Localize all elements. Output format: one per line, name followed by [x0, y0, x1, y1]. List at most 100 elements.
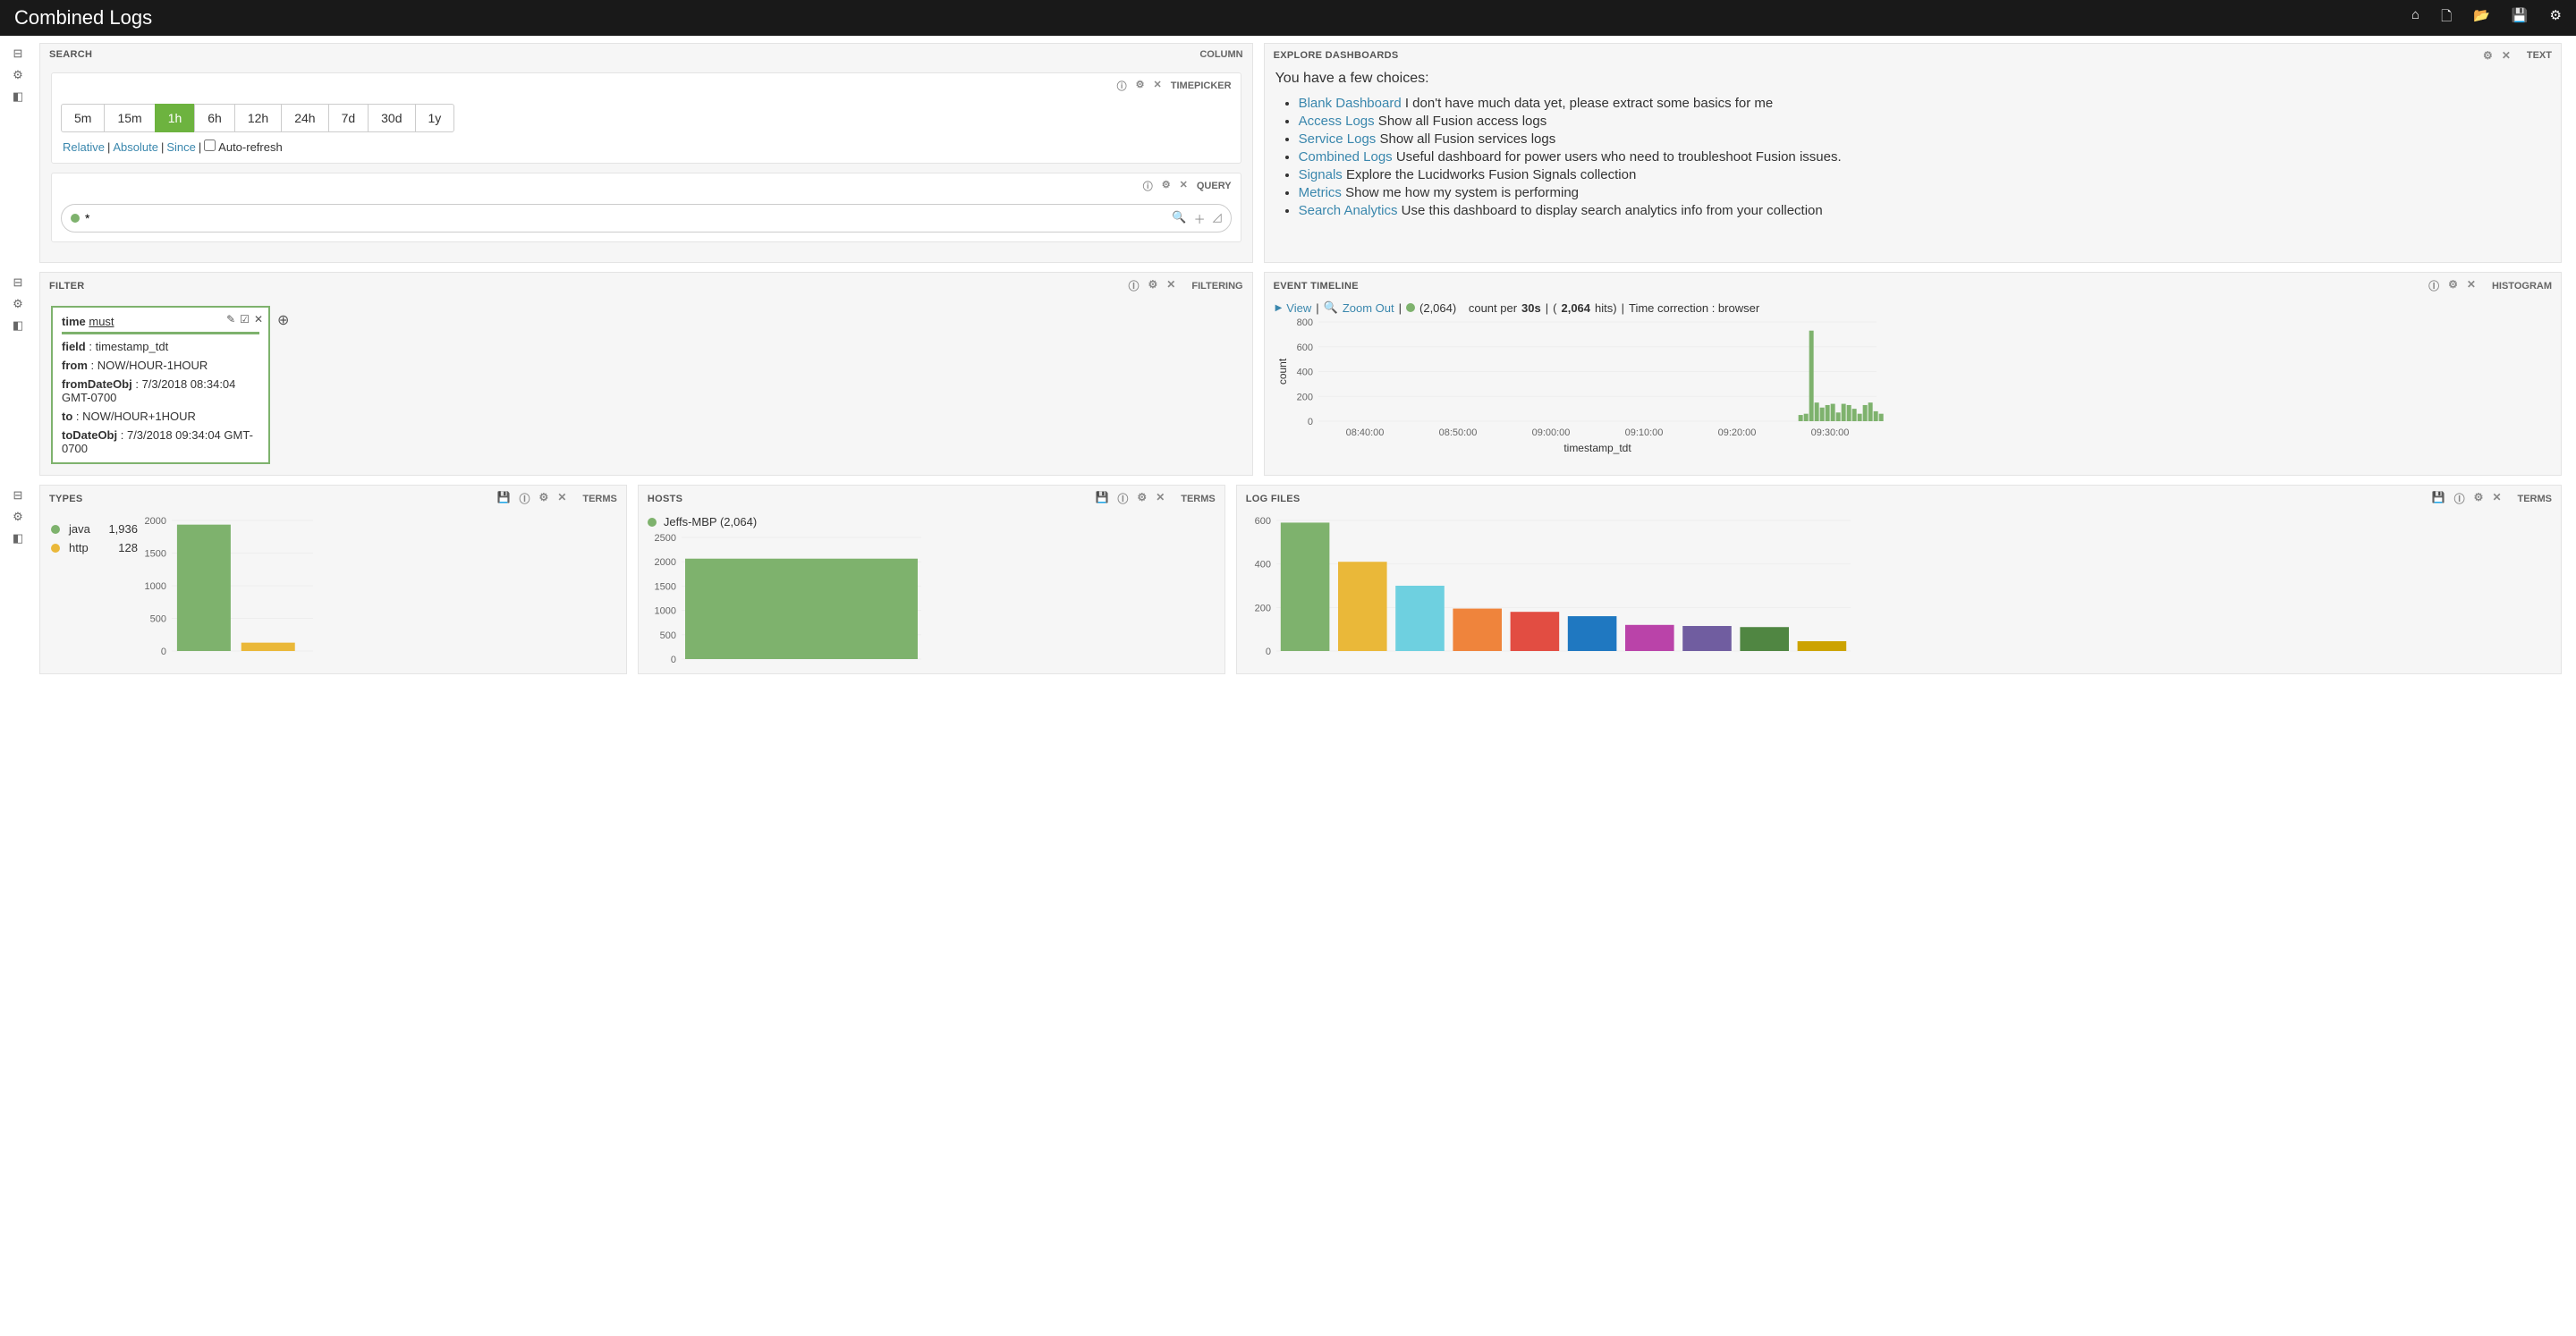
- timerange-button-24h[interactable]: 24h: [281, 104, 328, 132]
- info-icon[interactable]: ⓘ: [1117, 491, 1128, 506]
- svg-text:500: 500: [150, 614, 166, 625]
- home-icon[interactable]: ⌂: [2411, 7, 2419, 30]
- explore-link[interactable]: Signals: [1299, 167, 1343, 182]
- hosts-legend: Jeffs-MBP (2,064): [664, 515, 757, 528]
- open-icon[interactable]: 📂: [2473, 7, 2490, 30]
- svg-text:09:10:00: 09:10:00: [1624, 427, 1663, 438]
- close-icon[interactable]: ✕: [557, 491, 566, 506]
- add-filter-icon[interactable]: ⊕: [277, 311, 289, 329]
- explore-item: Search Analytics Use this dashboard to d…: [1299, 203, 2550, 218]
- timerange-button-30d[interactable]: 30d: [368, 104, 415, 132]
- relative-link[interactable]: Relative: [63, 140, 105, 154]
- save-icon[interactable]: 💾: [1095, 491, 1108, 506]
- plus-icon[interactable]: ＋: [1194, 210, 1206, 227]
- add-panel-icon[interactable]: ◧: [7, 89, 29, 104]
- explore-link[interactable]: Access Logs: [1299, 114, 1375, 129]
- explore-intro: You have a few choices:: [1275, 71, 2550, 87]
- save-icon[interactable]: 💾: [497, 491, 511, 506]
- timerange-button-1y[interactable]: 1y: [415, 104, 455, 132]
- gear-icon[interactable]: ⚙: [7, 510, 29, 524]
- svg-text:0: 0: [161, 647, 166, 657]
- panel-title: HOSTS: [648, 494, 1096, 504]
- remove-icon[interactable]: ✕: [254, 313, 263, 326]
- time-correction: Time correction : browser: [1629, 301, 1759, 315]
- series-count: (2,064): [1419, 301, 1456, 315]
- row-side-controls: ⊟ ⚙ ◧: [7, 43, 29, 263]
- gear-icon[interactable]: ⚙: [2448, 278, 2458, 293]
- close-icon[interactable]: ✕: [1156, 491, 1165, 506]
- timerange-button-7d[interactable]: 7d: [328, 104, 369, 132]
- info-icon[interactable]: ⓘ: [2428, 278, 2439, 293]
- gear-icon[interactable]: ⚙: [1162, 179, 1171, 193]
- subpanel-label: TIMEPICKER: [1171, 80, 1232, 91]
- explore-panel: EXPLORE DASHBOARDS ⚙ ✕ TEXT You have a f…: [1264, 43, 2562, 263]
- explore-link[interactable]: Combined Logs: [1299, 149, 1393, 165]
- close-icon[interactable]: ✕: [1166, 278, 1175, 293]
- autorefresh-checkbox[interactable]: [204, 140, 216, 151]
- eraser-icon[interactable]: ◿: [1213, 210, 1222, 227]
- save-icon[interactable]: 💾: [2512, 7, 2529, 30]
- collapse-icon[interactable]: ⊟: [7, 488, 29, 503]
- since-link[interactable]: Since: [166, 140, 196, 154]
- gear-icon[interactable]: ⚙: [2474, 491, 2484, 506]
- search-icon[interactable]: 🔍: [1172, 210, 1186, 227]
- zoomout-link[interactable]: Zoom Out: [1343, 301, 1394, 315]
- gear-icon[interactable]: ⚙: [539, 491, 549, 506]
- absolute-link[interactable]: Absolute: [113, 140, 158, 154]
- timerange-button-1h[interactable]: 1h: [155, 104, 196, 132]
- explore-item: Combined Logs Useful dashboard for power…: [1299, 149, 2550, 165]
- timerange-button-6h[interactable]: 6h: [194, 104, 235, 132]
- explore-link[interactable]: Search Analytics: [1299, 203, 1398, 218]
- info-icon[interactable]: ⓘ: [1129, 278, 1140, 293]
- explore-link[interactable]: Metrics: [1299, 185, 1342, 200]
- view-link[interactable]: View: [1286, 301, 1311, 315]
- panel-type-label: FILTERING: [1191, 281, 1242, 292]
- gear-icon[interactable]: ⚙: [1148, 278, 1158, 293]
- gear-icon[interactable]: ⚙: [1137, 491, 1147, 506]
- explore-link[interactable]: Blank Dashboard: [1299, 96, 1402, 111]
- gear-icon[interactable]: ⚙: [2483, 49, 2493, 62]
- types-chart[interactable]: 0500100015002000: [138, 515, 317, 658]
- close-icon[interactable]: ✕: [1180, 179, 1188, 193]
- series-dot: [1406, 303, 1415, 312]
- query-subpanel: ⓘ ⚙ ✕ QUERY 🔍 ＋ ◿: [51, 173, 1241, 242]
- timerange-button-5m[interactable]: 5m: [61, 104, 105, 132]
- info-icon[interactable]: ⓘ: [1143, 179, 1153, 193]
- logfiles-chart[interactable]: 0200400600: [1246, 515, 1854, 658]
- svg-text:09:20:00: 09:20:00: [1717, 427, 1756, 438]
- timerange-button-12h[interactable]: 12h: [234, 104, 282, 132]
- new-icon[interactable]: 🗋: [2441, 7, 2452, 30]
- svg-text:1500: 1500: [145, 549, 166, 560]
- svg-text:09:00:00: 09:00:00: [1531, 427, 1570, 438]
- timerange-button-15m[interactable]: 15m: [104, 104, 155, 132]
- collapse-icon[interactable]: ⊟: [7, 47, 29, 61]
- panel-title: EVENT TIMELINE: [1274, 281, 2429, 292]
- gear-icon[interactable]: ⚙: [1136, 79, 1145, 93]
- add-panel-icon[interactable]: ◧: [7, 531, 29, 545]
- gear-icon[interactable]: ⚙: [7, 68, 29, 82]
- filter-title: time: [62, 315, 86, 328]
- timeline-chart[interactable]: 020040060080008:40:0008:50:0009:00:0009:…: [1275, 318, 1884, 457]
- edit-icon[interactable]: ✎: [226, 313, 235, 326]
- gear-icon[interactable]: ⚙: [7, 297, 29, 311]
- save-icon[interactable]: 💾: [2432, 491, 2445, 506]
- info-icon[interactable]: ⓘ: [520, 491, 530, 506]
- close-icon[interactable]: ✕: [2492, 491, 2501, 506]
- check-icon[interactable]: ☑: [240, 313, 250, 326]
- svg-text:200: 200: [1254, 603, 1270, 613]
- info-icon[interactable]: ⓘ: [2454, 491, 2465, 506]
- add-panel-icon[interactable]: ◧: [7, 318, 29, 333]
- panel-type-label: HISTOGRAM: [2492, 281, 2552, 292]
- close-icon[interactable]: ✕: [2502, 49, 2511, 62]
- explore-item: Metrics Show me how my system is perform…: [1299, 185, 2550, 200]
- gear-icon[interactable]: ⚙: [2550, 7, 2562, 30]
- explore-item: Blank Dashboard I don't have much data y…: [1299, 96, 2550, 111]
- collapse-icon[interactable]: ⊟: [7, 275, 29, 290]
- close-icon[interactable]: ✕: [1154, 79, 1162, 93]
- hosts-chart[interactable]: 05001000150020002500: [648, 532, 925, 666]
- explore-link[interactable]: Service Logs: [1299, 131, 1377, 147]
- close-icon[interactable]: ✕: [2467, 278, 2476, 293]
- svg-text:200: 200: [1296, 392, 1312, 402]
- info-icon[interactable]: ⓘ: [1117, 79, 1127, 93]
- query-input[interactable]: [80, 209, 1172, 227]
